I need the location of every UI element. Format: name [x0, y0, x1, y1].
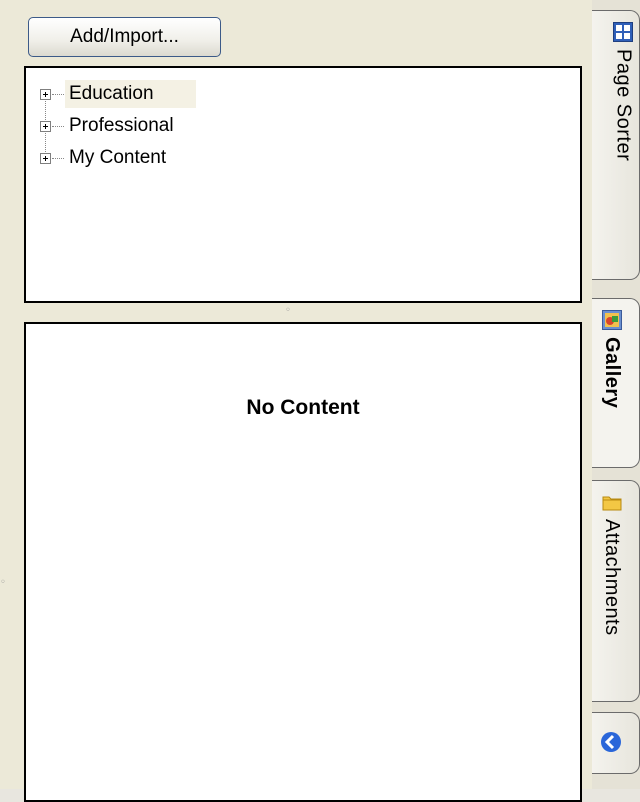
tree-item-education[interactable]: Education	[40, 80, 196, 108]
side-tab-bar: Page Sorter Gallery Attachments	[592, 0, 640, 789]
tree-item-label: Education	[65, 80, 196, 108]
empty-state-text: No Content	[246, 396, 360, 419]
tree-item-label: Professional	[69, 115, 174, 136]
add-import-button[interactable]: Add/Import...	[28, 17, 221, 57]
tree-item-my-content[interactable]: My Content	[40, 144, 170, 172]
expand-icon[interactable]	[40, 120, 51, 132]
gallery-icon	[601, 309, 623, 331]
tab-gallery[interactable]: Gallery	[592, 298, 640, 468]
expand-icon[interactable]	[40, 152, 51, 164]
collapse-panel-button[interactable]	[592, 712, 640, 774]
resize-grip[interactable]: ◦	[0, 578, 6, 588]
tree-item-professional[interactable]: Professional	[40, 112, 178, 140]
splitter-handle[interactable]: ◦	[285, 306, 291, 316]
tab-page-sorter[interactable]: Page Sorter	[592, 10, 640, 280]
page-sorter-icon	[612, 21, 634, 43]
tab-label: Gallery	[601, 337, 623, 409]
tree-item-label: My Content	[69, 147, 167, 168]
gallery-tree[interactable]: Education Professional My Content	[24, 66, 582, 303]
tab-attachments[interactable]: Attachments	[592, 480, 640, 702]
gallery-content: No Content	[24, 322, 582, 802]
tab-label: Attachments	[601, 519, 623, 636]
expand-icon[interactable]	[40, 88, 51, 100]
folder-icon	[601, 491, 623, 513]
tab-label: Page Sorter	[612, 49, 635, 162]
back-arrow-icon	[600, 731, 622, 753]
gallery-panel: Add/Import... Education Professional My …	[0, 0, 592, 802]
